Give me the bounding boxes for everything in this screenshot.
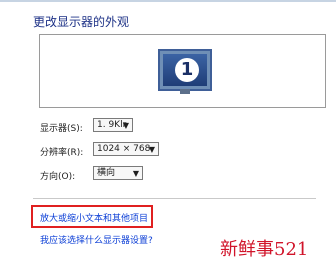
resolution-label: 分辨率(R): [40,148,84,158]
resolution-select[interactable]: 1024 × 768 ▼ [93,142,159,156]
display-select[interactable]: 1. 9Klr ▼ [93,118,133,132]
orientation-label: 方向(O): [40,172,76,182]
display-label: 显示器(S): [40,124,83,134]
chevron-down-icon: ▼ [132,169,139,178]
orientation-select-value: 横向 [97,168,116,178]
top-border [0,0,336,2]
display-preview-area: 1 [39,34,326,108]
orientation-select[interactable]: 横向 ▼ [93,166,143,180]
resolution-select-value: 1024 × 768 [97,144,151,154]
chevron-down-icon: ▼ [148,145,155,154]
monitor-number-badge: 1 [175,58,199,82]
page-title: 更改显示器的外观 [33,15,130,29]
monitor-icon[interactable]: 1 [158,49,212,94]
monitor-screen: 1 [163,54,207,86]
make-text-larger-link[interactable]: 放大或缩小文本和其他项目 [40,211,148,224]
watermark-text: 新鲜事521 [220,239,309,260]
chevron-down-icon: ▼ [122,121,129,130]
monitor-stand [180,89,190,94]
divider [33,198,316,199]
display-settings-help-link[interactable]: 我应该选择什么显示器设置? [40,233,153,246]
